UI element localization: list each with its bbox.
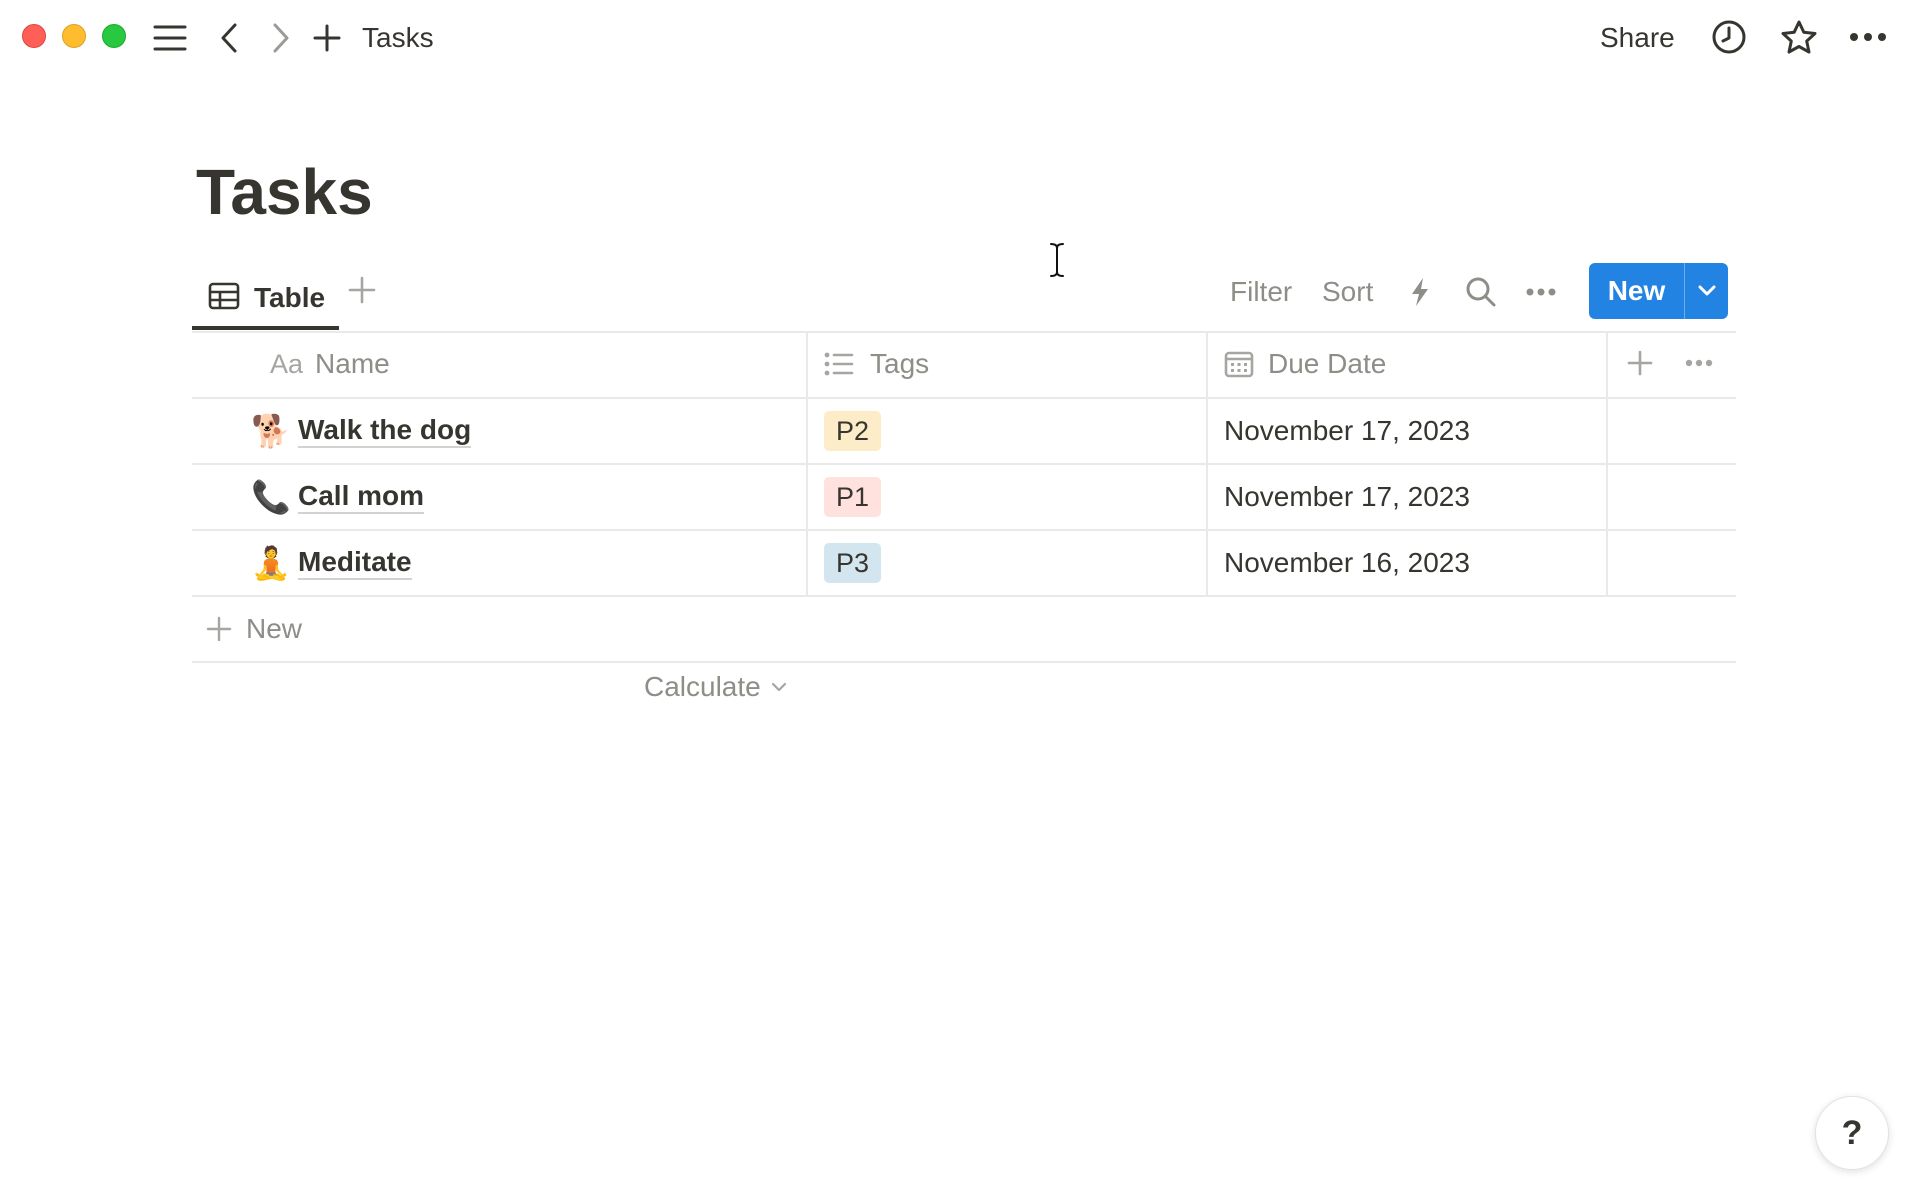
title-bar: Tasks Share: [0, 0, 1920, 74]
list-icon: [824, 352, 854, 376]
automation-bolt-icon[interactable]: [1406, 274, 1434, 310]
column-header-label: Name: [315, 348, 390, 379]
add-property-plus-icon[interactable]: [1624, 347, 1656, 379]
table-icon: [208, 282, 240, 315]
column-header-tags[interactable]: Tags: [824, 331, 1204, 397]
task-name[interactable]: Meditate: [298, 546, 412, 580]
due-date: November 16, 2023: [1224, 547, 1470, 578]
add-new-row-button[interactable]: New: [206, 597, 302, 661]
back-arrow-icon[interactable]: [214, 20, 244, 56]
due-date-cell[interactable]: November 16, 2023: [1224, 530, 1604, 596]
text-type-icon: Aa: [270, 348, 304, 379]
maximize-window-button[interactable]: [102, 24, 126, 48]
new-button-group: New: [1589, 263, 1728, 319]
view-more-options-icon[interactable]: [1526, 280, 1556, 304]
task-name[interactable]: Call mom: [298, 480, 425, 514]
due-date: November 17, 2023: [1224, 415, 1470, 446]
text-cursor-icon: [1048, 242, 1066, 283]
chevron-down-icon: [771, 682, 787, 692]
tags-cell[interactable]: P3: [824, 530, 1204, 596]
row-emoji-icon: 📞: [251, 479, 291, 515]
column-header-name[interactable]: Aa Name: [270, 331, 800, 397]
new-page-plus-icon[interactable]: [310, 20, 344, 56]
due-date: November 17, 2023: [1224, 481, 1470, 512]
table-row[interactable]: 🧘 Meditate P3 November 16, 2023: [192, 530, 1736, 596]
favorite-star-icon[interactable]: [1779, 18, 1819, 56]
name-cell[interactable]: 🐕 Walk the dog: [250, 398, 800, 464]
row-emoji-icon: 🐕: [251, 413, 291, 449]
row-emoji-icon: 🧘: [251, 545, 291, 581]
plus-icon: [206, 616, 232, 642]
tag-badge: P1: [824, 477, 882, 517]
due-date-cell[interactable]: November 17, 2023: [1224, 464, 1604, 530]
search-icon[interactable]: [1464, 274, 1498, 310]
calculate-button[interactable]: Calculate: [644, 671, 787, 703]
share-button[interactable]: Share: [1600, 20, 1675, 56]
help-button[interactable]: ?: [1815, 1096, 1889, 1170]
filter-button[interactable]: Filter: [1230, 272, 1292, 312]
tag-badge: P2: [824, 411, 882, 451]
forward-arrow-icon[interactable]: [266, 20, 296, 56]
sort-button[interactable]: Sort: [1322, 272, 1373, 312]
close-window-button[interactable]: [22, 24, 46, 48]
page-title[interactable]: Tasks: [196, 154, 373, 230]
task-name[interactable]: Walk the dog: [298, 414, 472, 448]
tag-badge: P3: [824, 543, 882, 583]
table-row[interactable]: 🐕 Walk the dog P2 November 17, 2023: [192, 398, 1736, 464]
name-cell[interactable]: 📞 Call mom: [250, 464, 800, 530]
calculate-label: Calculate: [644, 671, 761, 702]
property-more-options-icon[interactable]: [1684, 351, 1714, 375]
new-dropdown-chevron-icon[interactable]: [1684, 263, 1728, 319]
add-row-label: New: [246, 613, 303, 644]
column-header-due-date[interactable]: Due Date: [1224, 331, 1604, 397]
column-header-label: Tags: [870, 348, 930, 379]
tab-label: Table: [254, 282, 326, 313]
tab-table-view[interactable]: Table: [192, 270, 339, 330]
calendar-icon: [1224, 350, 1254, 378]
history-clock-icon[interactable]: [1710, 18, 1748, 56]
breadcrumb[interactable]: Tasks: [362, 20, 434, 56]
tags-cell[interactable]: P1: [824, 464, 1204, 530]
name-cell[interactable]: 🧘 Meditate: [250, 530, 800, 596]
tags-cell[interactable]: P2: [824, 398, 1204, 464]
table-divider: [192, 661, 1736, 663]
sidebar-menu-icon[interactable]: [150, 20, 190, 56]
new-button[interactable]: New: [1589, 263, 1684, 319]
minimize-window-button[interactable]: [62, 24, 86, 48]
table-row[interactable]: 📞 Call mom P1 November 17, 2023: [192, 464, 1736, 530]
due-date-cell[interactable]: November 17, 2023: [1224, 398, 1604, 464]
column-header-label: Due Date: [1268, 348, 1387, 379]
more-options-icon[interactable]: [1848, 18, 1888, 56]
add-view-plus-icon[interactable]: [346, 274, 378, 311]
